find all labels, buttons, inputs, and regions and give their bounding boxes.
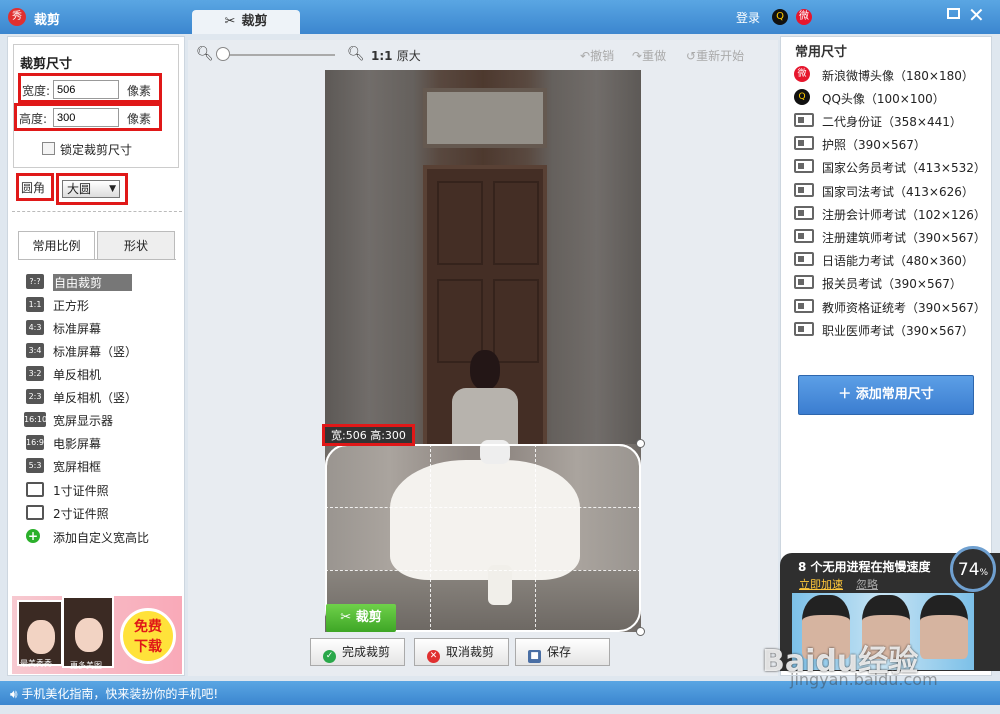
width-unit: 像素 [127, 84, 152, 98]
divider [12, 211, 182, 212]
save-button[interactable]: ■ 保存 [515, 638, 610, 666]
ad-banner[interactable]: 最美秀秀 更多美图 免费 下载 [12, 596, 182, 674]
done-crop-button[interactable]: ✓ 完成裁剪 [310, 638, 405, 666]
ad-photo [920, 595, 968, 659]
crop-mask [325, 70, 641, 444]
add-preset-size-button[interactable]: ＋ 添加常用尺寸 [798, 375, 974, 415]
cancel-crop-button[interactable]: ✕ 取消裁剪 [414, 638, 509, 666]
id-card-icon [794, 159, 814, 173]
preset-sizes-title: 常用尺寸 [795, 45, 848, 60]
crop-size-title: 裁剪尺寸 [20, 57, 73, 72]
maximize-icon[interactable] [947, 8, 960, 19]
scissors-icon: ✂ [224, 14, 236, 29]
id-card-icon [794, 229, 814, 243]
speaker-icon: 🔊︎ [10, 687, 22, 701]
id-card-icon [794, 275, 814, 289]
save-icon: ■ [528, 650, 541, 663]
popup-title: 8 个无用进程在拖慢速度 [798, 560, 931, 574]
width-input[interactable] [53, 80, 119, 99]
restart-icon: ↺ [686, 49, 697, 63]
id-card-icon [794, 183, 814, 197]
cancel-icon: ✕ [427, 650, 440, 663]
ad-photo [17, 600, 63, 666]
crop-grid-line [325, 570, 641, 571]
undo-button[interactable]: ↶撤销 [580, 47, 614, 64]
id-card-icon [794, 136, 814, 150]
title-bar [0, 0, 1000, 34]
check-icon: ✓ [323, 650, 336, 663]
height-label: 高度: [19, 112, 48, 126]
id-card-icon [794, 206, 814, 220]
id-card-icon [794, 322, 814, 336]
zoom-slider-handle[interactable] [216, 47, 230, 61]
zoom-slider-track[interactable] [220, 54, 335, 56]
login-link[interactable]: 登录 [736, 9, 760, 26]
id-card-icon [26, 482, 44, 497]
speed-gauge[interactable]: 74% [950, 546, 996, 592]
tab-common-ratios[interactable]: 常用比例 [18, 231, 95, 260]
status-message[interactable]: 🔊︎ 手机美化指南，快来装扮你的手机吧! [10, 685, 218, 702]
crop-grid-line [535, 444, 536, 632]
crop-grid-line [325, 507, 641, 508]
corner-select[interactable]: 大圆 ▼ [62, 180, 120, 198]
accelerate-link[interactable]: 立即加速 [799, 576, 843, 592]
redo-icon: ↷ [632, 49, 643, 63]
zoom-in-icon[interactable]: 🔍︎ [347, 46, 365, 62]
watermark-url: jingyan.baidu.com [790, 670, 938, 689]
tab-shape[interactable]: 形状 [97, 231, 175, 260]
plus-icon: + [26, 529, 40, 543]
weibo-icon: 微 [794, 66, 810, 82]
id-card-icon [794, 113, 814, 127]
actual-size-button[interactable]: 1:1 原大 [371, 47, 421, 64]
ignore-link[interactable]: 忽略 [856, 576, 878, 592]
crop-dimension-label: 宽:506 高:300 [322, 424, 415, 446]
id-card-icon [794, 299, 814, 313]
lock-size-checkbox[interactable] [42, 142, 55, 155]
corner-label: 圆角 [21, 181, 46, 195]
app-logo-icon: 秀 [8, 8, 26, 26]
height-unit: 像素 [127, 112, 152, 126]
zoom-out-icon[interactable]: 🔍︎ [196, 46, 214, 62]
free-download-badge[interactable]: 免费 下载 [120, 608, 176, 664]
restart-button[interactable]: ↺重新开始 [686, 47, 744, 64]
id-card-icon [26, 505, 44, 520]
crop-button[interactable]: ✂ 裁剪 [326, 604, 396, 632]
dropdown-arrow-icon: ▼ [109, 184, 116, 194]
height-input[interactable] [53, 108, 119, 127]
crop-grid-line [430, 444, 431, 632]
lock-size-label: 锁定裁剪尺寸 [60, 143, 133, 157]
crop-handle[interactable] [636, 627, 645, 636]
scissors-icon: ✂ [340, 610, 356, 625]
undo-icon: ↶ [580, 49, 591, 63]
width-label: 宽度: [22, 84, 51, 98]
qq-icon: Q [794, 89, 810, 105]
redo-button[interactable]: ↷重做 [632, 47, 666, 64]
window-title: 裁剪 [34, 13, 61, 28]
id-card-icon [794, 252, 814, 266]
ad-photo [62, 596, 114, 668]
close-icon[interactable]: ✕ [968, 3, 985, 27]
tab-divider [18, 259, 176, 260]
crop-handle[interactable] [636, 439, 645, 448]
qq-icon[interactable]: Q [772, 9, 788, 25]
plus-icon: ＋ [838, 387, 856, 402]
tab-crop[interactable]: ✂ 裁剪 [192, 10, 300, 34]
weibo-icon[interactable]: 微 [796, 9, 812, 25]
